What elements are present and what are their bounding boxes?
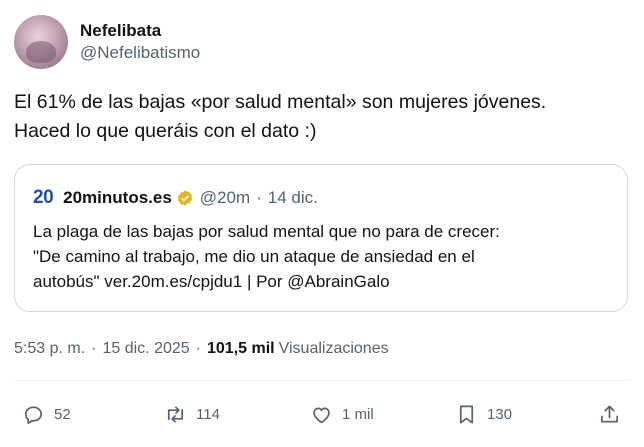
verified-badge-icon	[177, 190, 192, 206]
tweet-date[interactable]: 15 dic. 2025	[102, 338, 189, 360]
tweet-time[interactable]: 5:53 p. m.	[14, 338, 85, 360]
like-count: 1 mil	[342, 405, 374, 423]
quoted-date: 14 dic.	[267, 188, 318, 207]
views-label: Visualizaciones	[278, 340, 389, 357]
like-button[interactable]: 1 mil	[310, 402, 374, 426]
quoted-text: La plaga de las bajas por salud mental q…	[33, 219, 613, 294]
quoted-text-line: "De camino al trabajo, me dio un ataque …	[33, 247, 475, 266]
quoted-text-line: La plaga de las bajas por salud mental q…	[33, 222, 500, 241]
quoted-author-name: 20minutos.es	[63, 188, 172, 207]
quoted-text-line: autobús" ver.20m.es/cpjdu1 | Por @Abrain…	[33, 272, 390, 291]
quoted-tweet[interactable]: 20 20minutos.es @20m · 14 dic. La plaga …	[14, 164, 628, 312]
retweet-icon	[167, 405, 184, 423]
tweet-text-line: El 61% de las bajas «por salud mental» s…	[14, 91, 547, 113]
retweet-button[interactable]: 114	[164, 402, 220, 426]
divider	[14, 380, 630, 381]
bookmark-icon	[459, 404, 474, 424]
quoted-tweet-header: 20 20minutos.es @20m · 14 dic.	[33, 187, 318, 209]
author-handle[interactable]: @Nefelibatismo	[80, 42, 200, 64]
heart-icon	[313, 407, 330, 423]
author-names: Nefelibata @Nefelibatismo	[80, 20, 200, 64]
bookmark-count: 130	[487, 405, 513, 423]
author-display-name[interactable]: Nefelibata	[80, 20, 200, 42]
share-button[interactable]	[598, 402, 621, 426]
tweet-text-line: Haced lo que queráis con el dato :)	[14, 120, 317, 142]
separator-dot: ·	[256, 188, 262, 207]
tweet: Nefelibata @Nefelibatismo El 61% de las …	[0, 0, 644, 447]
retweet-count: 114	[196, 405, 220, 423]
separator-dot: ·	[195, 340, 201, 357]
tweet-header: Nefelibata @Nefelibatismo	[14, 14, 200, 70]
avatar[interactable]	[14, 15, 68, 69]
separator-dot: ·	[91, 340, 97, 357]
20minutos-logo: 20	[33, 187, 54, 208]
share-icon	[600, 404, 619, 423]
tweet-text: El 61% de las bajas «por salud mental» s…	[14, 88, 630, 146]
reply-count: 52	[54, 405, 71, 423]
quoted-author-handle: @20m	[199, 188, 251, 207]
reply-button[interactable]: 52	[22, 402, 71, 426]
tweet-meta: 5:53 p. m. · 15 dic. 2025 · 101,5 mil Vi…	[14, 338, 389, 360]
reply-icon	[24, 405, 43, 424]
bookmark-button[interactable]: 130	[455, 402, 512, 426]
views-count: 101,5 mil	[207, 340, 275, 357]
